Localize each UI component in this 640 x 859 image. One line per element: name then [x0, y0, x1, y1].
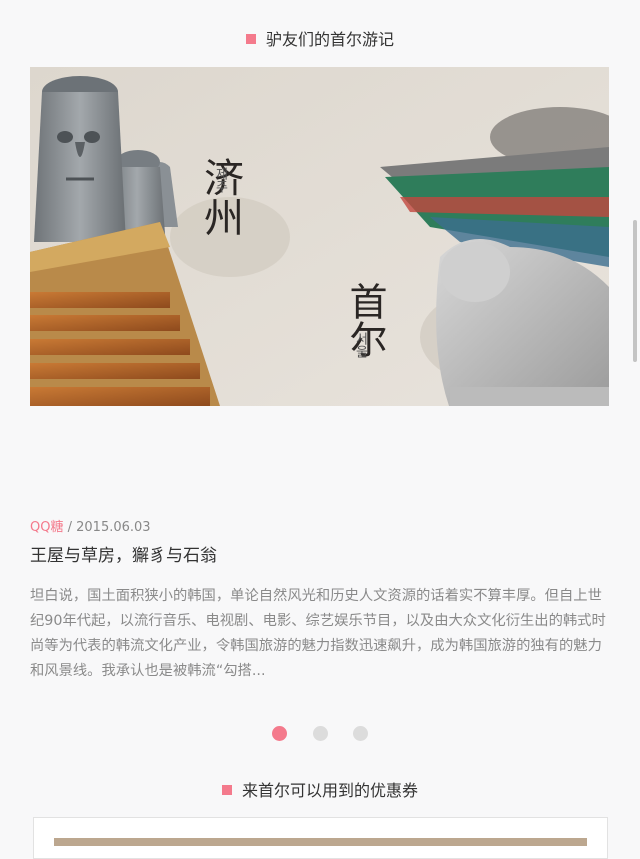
travel-notes-section-title: 驴友们的首尔游记 — [0, 26, 640, 50]
city2-kr-text: 서울 — [353, 332, 368, 358]
post-meta: QQ糖 / 2015.06.03 — [30, 516, 151, 535]
title-marker-icon — [245, 33, 256, 44]
meta-separator: / — [63, 520, 77, 535]
post-excerpt: 坦白说，国土面积狭小的韩国，单论自然风光和历史人文资源的话着实不算丰厚。但自上世… — [30, 588, 606, 679]
seoul-calligraphy: 首尔 서울 — [343, 282, 387, 358]
section-title-text: 来首尔可以用到的优惠券 — [241, 781, 418, 800]
post-title[interactable]: 王屋与草房，獬豸与石翁 — [30, 541, 217, 566]
travel-note-banner[interactable]: 济州 제주 首尔 서울 — [30, 67, 609, 406]
banner-illustration: 济州 제주 首尔 서울 — [30, 67, 609, 406]
carousel-dot-1[interactable] — [272, 726, 288, 741]
post-date: 2015.06.03 — [76, 520, 151, 535]
coupons-section-title: 来首尔可以用到的优惠券 — [0, 777, 640, 801]
post-author-link[interactable]: QQ糖 — [30, 520, 63, 535]
section-title-text: 驴友们的首尔游记 — [265, 30, 394, 49]
carousel-dot-2[interactable] — [312, 726, 328, 741]
coupon-card[interactable] — [33, 817, 608, 859]
scrollbar-thumb[interactable] — [633, 220, 637, 362]
title-marker-icon — [221, 784, 232, 795]
city1-kr-text: 제주 — [213, 167, 228, 193]
carousel-pagination — [0, 726, 640, 745]
jeju-calligraphy: 济州 제주 — [197, 157, 243, 237]
carousel-dot-3[interactable] — [352, 726, 368, 741]
